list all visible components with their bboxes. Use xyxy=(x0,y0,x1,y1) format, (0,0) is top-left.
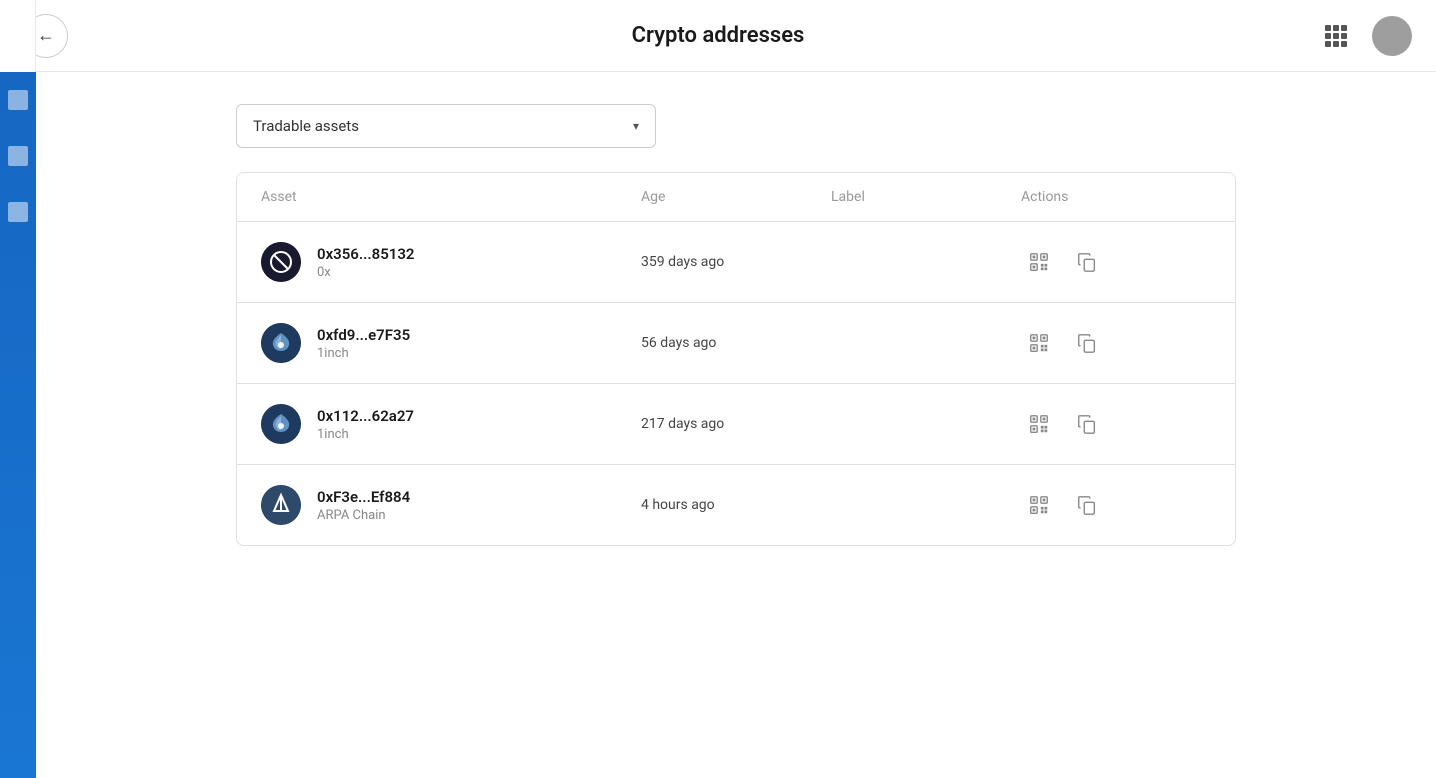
dropdown-wrapper: Tradable assets ▾ xyxy=(236,104,1236,148)
asset-icon-3 xyxy=(261,404,301,444)
actions-cell-4 xyxy=(1021,487,1211,523)
col-actions: Actions xyxy=(1021,189,1211,205)
nav-icon-2 xyxy=(8,146,28,166)
asset-icon-1 xyxy=(261,242,301,282)
actions-cell-2 xyxy=(1021,325,1211,361)
header-center: Crypto addresses xyxy=(632,23,805,48)
col-asset: Asset xyxy=(261,189,641,205)
nav-icon-1 xyxy=(8,90,28,110)
apps-button[interactable] xyxy=(1316,16,1356,56)
asset-info-2: 0xfd9...e7F35 1inch xyxy=(317,326,410,361)
qr-button-3[interactable] xyxy=(1021,406,1057,442)
table-row: 0xF3e...Ef884 ARPA Chain 4 hours ago xyxy=(237,465,1235,545)
sidebar xyxy=(0,0,36,778)
qr-button-4[interactable] xyxy=(1021,487,1057,523)
age-cell-1: 359 days ago xyxy=(641,254,831,270)
copy-button-4[interactable] xyxy=(1069,487,1105,523)
sidebar-nav-3[interactable] xyxy=(0,184,36,240)
col-label: Label xyxy=(831,189,1021,205)
asset-address-2: 0xfd9...e7F35 xyxy=(317,326,410,344)
qr-button-1[interactable] xyxy=(1021,244,1057,280)
tradable-assets-dropdown[interactable]: Tradable assets ▾ xyxy=(236,104,656,148)
header: ← Crypto addresses xyxy=(0,0,1436,72)
copy-button-2[interactable] xyxy=(1069,325,1105,361)
asset-cell-2: 0xfd9...e7F35 1inch xyxy=(261,323,641,363)
table-row: 0xfd9...e7F35 1inch 56 days ago xyxy=(237,303,1235,384)
asset-cell-1: 0x356...85132 0x xyxy=(261,242,641,282)
actions-cell-1 xyxy=(1021,244,1211,280)
nav-icon-3 xyxy=(8,202,28,222)
age-cell-4: 4 hours ago xyxy=(641,497,831,513)
actions-cell-3 xyxy=(1021,406,1211,442)
header-right xyxy=(1316,16,1412,56)
sidebar-top xyxy=(0,0,36,72)
asset-chain-2: 1inch xyxy=(317,346,410,361)
asset-info-1: 0x356...85132 0x xyxy=(317,245,415,280)
asset-address-4: 0xF3e...Ef884 xyxy=(317,488,410,506)
asset-info-4: 0xF3e...Ef884 ARPA Chain xyxy=(317,488,410,523)
copy-button-3[interactable] xyxy=(1069,406,1105,442)
asset-cell-4: 0xF3e...Ef884 ARPA Chain xyxy=(261,485,641,525)
user-avatar[interactable] xyxy=(1372,16,1412,56)
age-cell-3: 217 days ago xyxy=(641,416,831,432)
asset-info-3: 0x112...62a27 1inch xyxy=(317,407,414,442)
main-content: Tradable assets ▾ Asset Age Label Action… xyxy=(36,72,1436,778)
page-title: Crypto addresses xyxy=(632,23,805,48)
asset-chain-1: 0x xyxy=(317,265,415,280)
dropdown-arrow-icon: ▾ xyxy=(633,119,639,133)
asset-chain-3: 1inch xyxy=(317,427,414,442)
table-row: 0x112...62a27 1inch 217 days ago xyxy=(237,384,1235,465)
apps-grid-icon xyxy=(1325,25,1347,47)
asset-address-3: 0x112...62a27 xyxy=(317,407,414,425)
asset-address-1: 0x356...85132 xyxy=(317,245,415,263)
dropdown-label: Tradable assets xyxy=(253,117,359,135)
asset-icon-2 xyxy=(261,323,301,363)
qr-button-2[interactable] xyxy=(1021,325,1057,361)
sidebar-nav-1[interactable] xyxy=(0,72,36,128)
copy-button-1[interactable] xyxy=(1069,244,1105,280)
asset-icon-4 xyxy=(261,485,301,525)
table-row: 0x356...85132 0x 359 days ago xyxy=(237,222,1235,303)
col-age: Age xyxy=(641,189,831,205)
asset-cell-3: 0x112...62a27 1inch xyxy=(261,404,641,444)
asset-chain-4: ARPA Chain xyxy=(317,508,410,523)
addresses-table: Asset Age Label Actions 0x356...85132 0x xyxy=(236,172,1236,546)
age-cell-2: 56 days ago xyxy=(641,335,831,351)
table-header: Asset Age Label Actions xyxy=(237,173,1235,222)
sidebar-nav-2[interactable] xyxy=(0,128,36,184)
